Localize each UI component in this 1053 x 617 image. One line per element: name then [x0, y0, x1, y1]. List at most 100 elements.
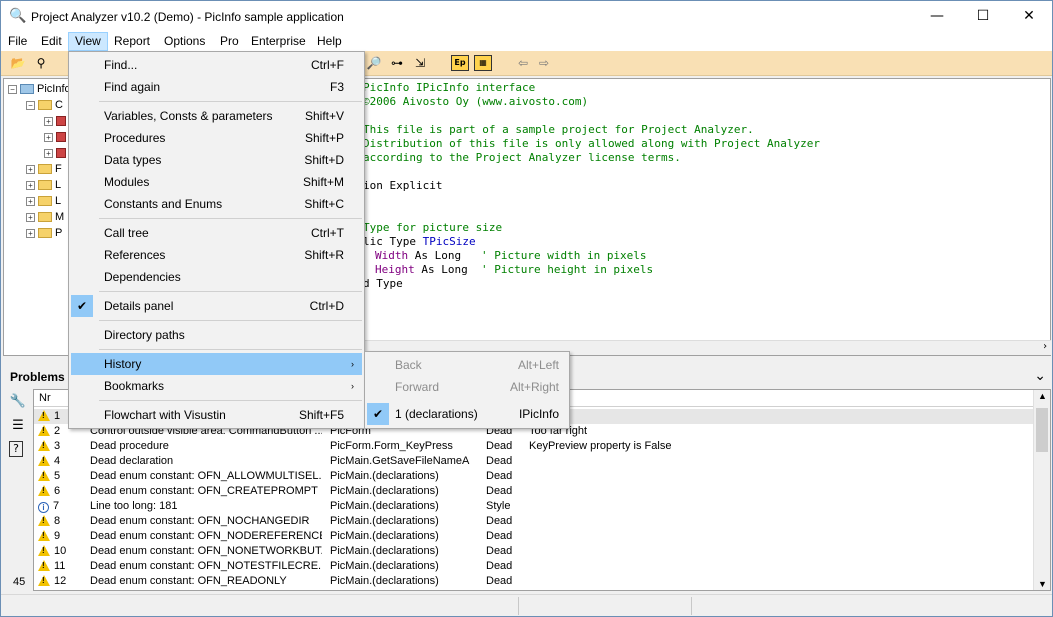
- menu-edit[interactable]: Edit: [34, 32, 69, 51]
- expand-icon[interactable]: +: [26, 212, 35, 222]
- warning-icon: [38, 410, 50, 421]
- checkmark-icon: ✔: [367, 403, 389, 425]
- submenu-arrow-icon: ›: [351, 381, 354, 391]
- cell-type: Dead: [486, 515, 513, 527]
- table-row[interactable]: 11 Dead enum constant: OFN_NOTESTFILECRE.…: [34, 559, 1033, 574]
- expand-icon[interactable]: +: [26, 228, 35, 238]
- menu-item-data-types[interactable]: Data types Shift+D: [71, 149, 362, 171]
- scroll-down-icon[interactable]: ▼: [1038, 579, 1047, 589]
- table-row[interactable]: 5 Dead enum constant: OFN_ALLOWMULTISEL..…: [34, 469, 1033, 484]
- cell-desc: Dead enum constant: OFN_READONLY: [90, 575, 287, 587]
- menu-item-label: Constants and Enums: [104, 197, 223, 211]
- menu-item-variables[interactable]: Variables, Consts & parameters Shift+V: [71, 105, 362, 127]
- wrench-icon[interactable]: 🔧: [9, 393, 27, 411]
- tree-icon[interactable]: ⊶: [388, 55, 406, 71]
- table-row[interactable]: 4 Dead declaration PicMain.GetSaveFileName…: [34, 454, 1033, 469]
- menu-item-dependencies[interactable]: Dependencies: [71, 266, 362, 288]
- row-number: 11: [54, 560, 66, 572]
- menu-separator: [99, 349, 362, 350]
- minimize-button[interactable]: —: [914, 1, 960, 31]
- cell-detail: KeyPreview property is False: [529, 440, 672, 452]
- menu-item-constants-enums[interactable]: Constants and Enums Shift+C: [71, 193, 362, 215]
- menu-help[interactable]: Help: [310, 32, 349, 51]
- expand-icon[interactable]: +: [44, 116, 53, 126]
- maximize-button[interactable]: ☐: [960, 1, 1006, 31]
- expand-icon[interactable]: +: [26, 196, 35, 206]
- close-button[interactable]: ✕: [1006, 1, 1052, 31]
- procedures-icon[interactable]: ⇲: [411, 55, 429, 71]
- tree-node[interactable]: + F: [26, 161, 62, 177]
- tree-node-label: P: [55, 227, 63, 239]
- ep-icon[interactable]: Ep: [451, 55, 469, 71]
- table-row[interactable]: 12 Dead enum constant: OFN_READONLY PicMai…: [34, 574, 1033, 589]
- menu-report[interactable]: Report: [107, 32, 157, 51]
- scroll-thumb[interactable]: [1036, 408, 1048, 452]
- table-row[interactable]: 6 Dead enum constant: OFN_CREATEPROMPT Pic…: [34, 484, 1033, 499]
- menu-item-references[interactable]: References Shift+R: [71, 244, 362, 266]
- menu-item-call-tree[interactable]: Call tree Ctrl+T: [71, 222, 362, 244]
- menu-item-details-panel[interactable]: ✔ Details panel Ctrl+D: [71, 295, 362, 317]
- menu-item-flowchart[interactable]: Flowchart with Visustin Shift+F5: [71, 404, 362, 426]
- menu-item-find-again[interactable]: Find again F3: [71, 76, 362, 98]
- find-binoculars-icon[interactable]: ⚲: [32, 55, 50, 71]
- open-icon[interactable]: 📂: [9, 55, 27, 71]
- table-row[interactable]: 8 Dead enum constant: OFN_NOCHANGEDIR PicM…: [34, 514, 1033, 529]
- tree-node[interactable]: + L: [26, 193, 61, 209]
- tree-node[interactable]: + P: [26, 225, 62, 241]
- tree-node[interactable]: + L: [26, 177, 61, 193]
- tree-node[interactable]: + M: [26, 209, 64, 225]
- tree-node[interactable]: − C: [26, 97, 63, 113]
- menu-item-find[interactable]: Find... Ctrl+F: [71, 54, 362, 76]
- table-row[interactable]: 3 Dead procedure PicForm.Form_KeyPress Dead…: [34, 439, 1033, 454]
- menu-file[interactable]: File: [1, 32, 34, 51]
- chevron-down-icon[interactable]: ⌄: [1034, 368, 1046, 384]
- menu-item-modules[interactable]: Modules Shift+M: [71, 171, 362, 193]
- vertical-scrollbar[interactable]: ▲ ▼: [1033, 390, 1050, 590]
- menu-item-label: Details panel: [104, 299, 174, 313]
- scroll-right-icon[interactable]: ›: [1042, 341, 1048, 352]
- cell-type: Dead: [486, 470, 513, 482]
- tree-node[interactable]: +: [44, 113, 69, 129]
- chart-icon[interactable]: ▦: [474, 55, 492, 71]
- table-row[interactable]: 9 Dead enum constant: OFN_NODEREFERENCE..…: [34, 529, 1033, 544]
- checklist-icon[interactable]: ☰: [9, 417, 27, 435]
- problems-side-toolbar: 🔧 ☰ ? 45: [3, 389, 31, 591]
- menu-item-shortcut: Shift+C: [304, 197, 344, 211]
- table-row[interactable]: 10 Dead enum constant: OFN_NONETWORKBUT..…: [34, 544, 1033, 559]
- expand-icon[interactable]: +: [26, 180, 35, 190]
- expand-icon[interactable]: +: [44, 132, 53, 142]
- menu-item-procedures[interactable]: Procedures Shift+P: [71, 127, 362, 149]
- tree-node[interactable]: +: [44, 129, 69, 145]
- menu-options[interactable]: Options: [157, 32, 212, 51]
- zoom-icon[interactable]: 🔎: [365, 55, 383, 71]
- menu-item-history[interactable]: History ›: [71, 353, 362, 375]
- help-icon[interactable]: ?: [9, 441, 23, 457]
- back-arrow-icon[interactable]: ⇦: [514, 55, 532, 71]
- menu-item-directory-paths[interactable]: Directory paths: [71, 324, 362, 346]
- menu-pro[interactable]: Pro: [213, 32, 246, 51]
- code-keyword: lic Type: [363, 235, 423, 248]
- cell-type: Dead: [486, 440, 513, 452]
- menu-item-forward[interactable]: Forward Alt+Right: [367, 376, 567, 398]
- collapse-icon[interactable]: −: [26, 100, 35, 110]
- cell-desc: Dead enum constant: OFN_CREATEPROMPT: [90, 485, 318, 497]
- expand-icon[interactable]: +: [44, 148, 53, 158]
- tree-root-label: PicInfo: [37, 83, 71, 95]
- module-icon: [56, 148, 66, 159]
- collapse-icon[interactable]: −: [8, 84, 17, 94]
- tree-root[interactable]: − PicInfo: [8, 81, 71, 97]
- row-number: 4: [54, 455, 61, 467]
- expand-icon[interactable]: +: [26, 164, 35, 174]
- tree-node[interactable]: +: [44, 145, 69, 161]
- menu-item-history-entry[interactable]: ✔ 1 (declarations) IPicInfo: [367, 403, 567, 425]
- code-viewer[interactable]: PicInfo IPicInfo interface ©2006 Aivosto…: [361, 78, 1051, 356]
- menu-item-bookmarks[interactable]: Bookmarks ›: [71, 375, 362, 397]
- row-number: 6: [54, 485, 61, 497]
- forward-arrow-icon[interactable]: ⇨: [535, 55, 553, 71]
- menu-item-back[interactable]: Back Alt+Left: [367, 354, 567, 376]
- menu-enterprise[interactable]: Enterprise: [244, 32, 313, 51]
- menu-view[interactable]: View: [68, 32, 108, 51]
- scroll-up-icon[interactable]: ▲: [1038, 391, 1047, 401]
- column-header[interactable]: [525, 390, 1033, 407]
- table-row[interactable]: i 7 Line too long: 181 PicMain.(declaration…: [34, 499, 1033, 514]
